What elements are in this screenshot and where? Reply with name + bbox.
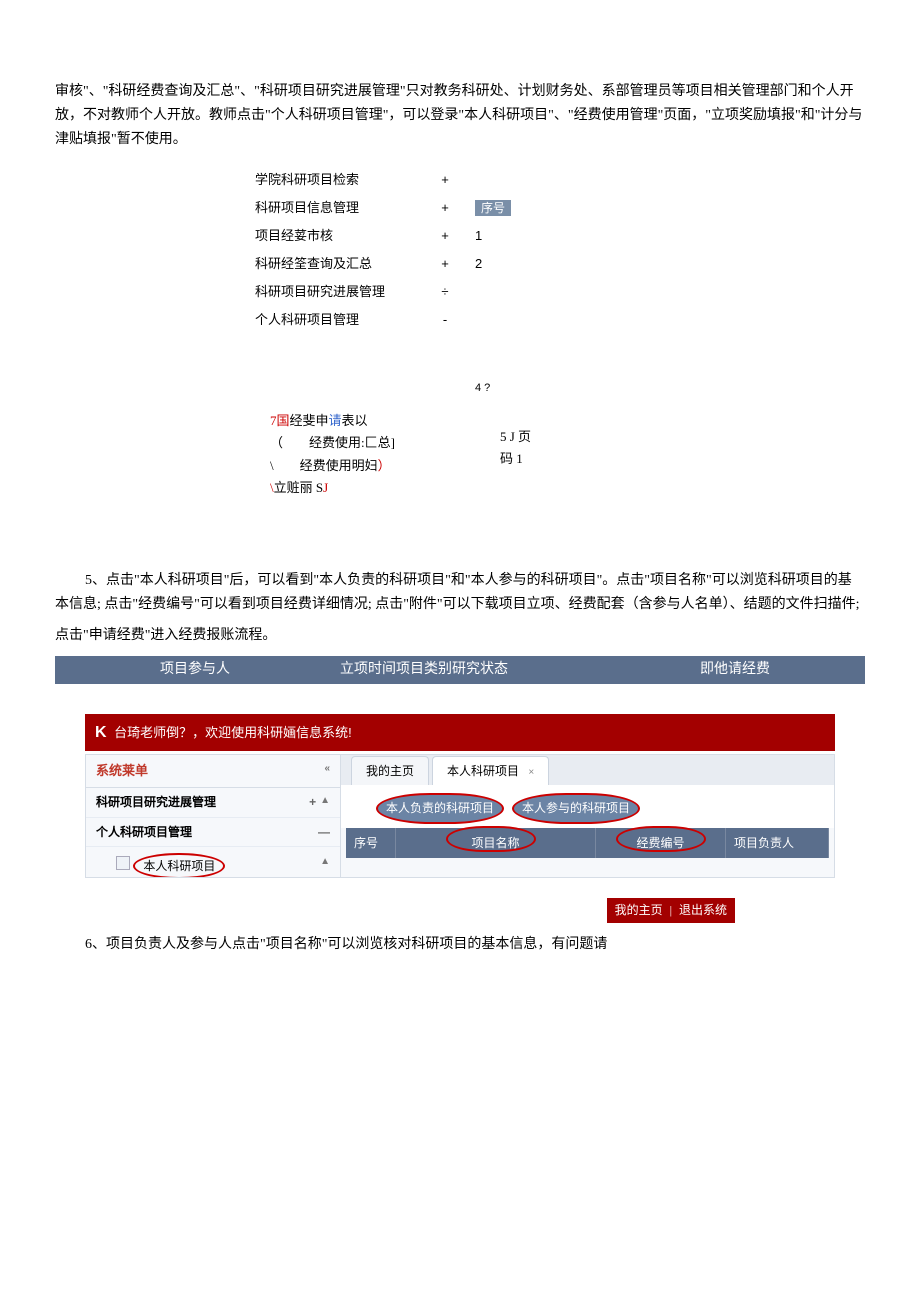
menu-label: 学院科研项目检索 [255, 169, 430, 191]
item-icon [116, 856, 130, 870]
up-icon[interactable]: ▲ [320, 853, 330, 870]
tab-my-projects[interactable]: 本人科研项目 × [432, 756, 549, 785]
menu-label: 项目经荽市核 [255, 225, 430, 247]
table-header: 序号 项目名称 经费编号 项目负责人 [346, 828, 829, 858]
tabs-row: 我的主页 本人科研项目 × [341, 755, 834, 785]
sub-text: 经斐申 [290, 413, 329, 428]
collapse-icon[interactable]: — [318, 822, 330, 842]
footer-box: 我的主页 | 退出系统 [607, 898, 735, 922]
welcome-k: K [95, 724, 107, 741]
menu-table: 学院科研项目检索 + 科研项目信息管理 + 序号 项目经荽市核 + 1 科研经筌… [255, 166, 865, 402]
welcome-text: 台琦老师倒？，欢迎使用科研婳信息系统! [111, 725, 352, 740]
menu-row: 科研经筌查询及汇总 + 2 [255, 250, 865, 278]
collapse-icon[interactable]: « [324, 760, 330, 782]
menu-row: 科研项目信息管理 + 序号 [255, 194, 865, 222]
menu-label: 科研经筌查询及汇总 [255, 253, 430, 275]
sidebar-item-label: 科研项目研究进展管理 [96, 792, 216, 812]
expand-icon[interactable]: + [309, 792, 316, 812]
welcome-bar: K 台琦老师倒？，欢迎使用科研婳信息系统! [85, 714, 835, 751]
sub-block: 7国经斐申请表以 （ 经费使用:匚总] \ 经费使用明妇） \立赃丽 SJ 5 … [270, 410, 865, 498]
th-owner: 项目负责人 [726, 828, 829, 858]
menu-symbol: - [430, 309, 460, 331]
menu-right: 1 [460, 225, 520, 247]
menu-label: 科研项目研究进展管理 [255, 281, 430, 303]
sidebar-item-my-projects[interactable]: 本人科研项目 ▲ [86, 847, 340, 878]
th-label: 项目名称 [471, 836, 519, 850]
menu-row: 个人科研项目管理 - [255, 306, 865, 334]
table-header-bar: 项目参与人 立项时间项目类别研究状态 即他请经费 [55, 656, 865, 684]
menu-symbol: + [430, 253, 460, 275]
hb-col-time-type-state: 立项时间项目类别研究状态 [335, 658, 595, 682]
menu-symbol: + [430, 197, 460, 219]
menu-label: 个人科研项目管理 [255, 309, 430, 331]
sub-line: \ 经费使用明妇 [270, 458, 378, 473]
hb-col-participants: 项目参与人 [155, 658, 275, 682]
menu-row: 科研项目研究进展管理 ÷ [255, 278, 865, 306]
tab-label: 本人科研项目 [447, 764, 519, 778]
up-icon[interactable]: ▲ [320, 792, 330, 812]
menu-symbol: + [430, 225, 460, 247]
th-project-name: 项目名称 [396, 828, 596, 858]
sub-blue: 请 [329, 413, 342, 428]
sub-tail: 表以 [342, 413, 368, 428]
sub-line: （ 经费使用:匚总] [270, 432, 470, 454]
subtab-participate[interactable]: 本人参与的科研项目 [512, 793, 640, 823]
page-info: 码 1 [500, 448, 550, 470]
footer-home-link[interactable]: 我的主页 [615, 903, 663, 917]
close-icon[interactable]: × [528, 767, 534, 778]
th-seq: 序号 [346, 828, 396, 858]
menu-right: 序号 [460, 197, 520, 219]
app-ui: 系统莱单 « 科研项目研究进展管理 + ▲ 个人科研项目管理 — 本人科研项目 … [85, 754, 835, 878]
sub-red: 7国 [270, 413, 290, 428]
sidebar: 系统莱单 « 科研项目研究进展管理 + ▲ 个人科研项目管理 — 本人科研项目 … [86, 755, 341, 877]
menu-symbol: + [430, 169, 460, 191]
menu-row: 项目经荽市核 + 1 [255, 222, 865, 250]
sub-line: 立赃丽 S [274, 480, 323, 495]
step6-paragraph: 6、项目负责人及参与人点击"项目名称"可以浏览核对科研项目的基本信息，有问题请 [55, 933, 865, 957]
step5-paragraph: 5、点击"本人科研项目"后，可以看到"本人负责的科研项目"和"本人参与的科研项目… [55, 569, 865, 617]
sidebar-item-progress-mgmt[interactable]: 科研项目研究进展管理 + ▲ [86, 788, 340, 817]
main-panel: 我的主页 本人科研项目 × 本人负责的科研项目 本人参与的科研项目 序号 项目名… [341, 755, 834, 877]
sidebar-item-label: 本人科研项目 [133, 853, 225, 878]
sidebar-header: 系统莱单 « [86, 755, 340, 788]
tab-home[interactable]: 我的主页 [351, 756, 429, 785]
extra-row: 4 ? [255, 374, 865, 402]
sub-red: J [323, 480, 328, 495]
sidebar-item-label: 个人科研项目管理 [96, 822, 192, 842]
seq-badge: 序号 [475, 200, 511, 216]
menu-label: 科研项目信息管理 [255, 197, 430, 219]
hb-col-apply-fee: 即他请经费 [695, 658, 775, 682]
separator: | [666, 903, 676, 917]
subtab-responsible[interactable]: 本人负责的科研项目 [376, 793, 504, 823]
page-info: 5 J 页 [500, 426, 550, 448]
sidebar-title: 系统莱单 [96, 760, 148, 782]
sub-red: ） [378, 458, 391, 473]
menu-symbol: ÷ [430, 281, 460, 303]
footer-logout-link[interactable]: 退出系统 [679, 903, 727, 917]
subtabs-row: 本人负责的科研项目 本人参与的科研项目 [341, 785, 834, 827]
menu-right: 2 [460, 253, 520, 275]
extra-4: 4 ? [460, 379, 520, 398]
tab-label: 我的主页 [366, 764, 414, 778]
step5b-paragraph: 点击"申请经费"进入经费报账流程。 [55, 624, 865, 648]
sidebar-item-personal-mgmt[interactable]: 个人科研项目管理 — [86, 818, 340, 847]
footer-links: 我的主页 | 退出系统 [55, 898, 865, 922]
menu-row: 学院科研项目检索 + [255, 166, 865, 194]
intro-paragraph: 审核"、"科研经费查询及汇总"、"科研项目研究进展管理"只对教务科研处、计划财务… [55, 80, 865, 151]
th-fee-code: 经费编号 [596, 828, 726, 858]
th-label: 经费编号 [636, 836, 684, 850]
